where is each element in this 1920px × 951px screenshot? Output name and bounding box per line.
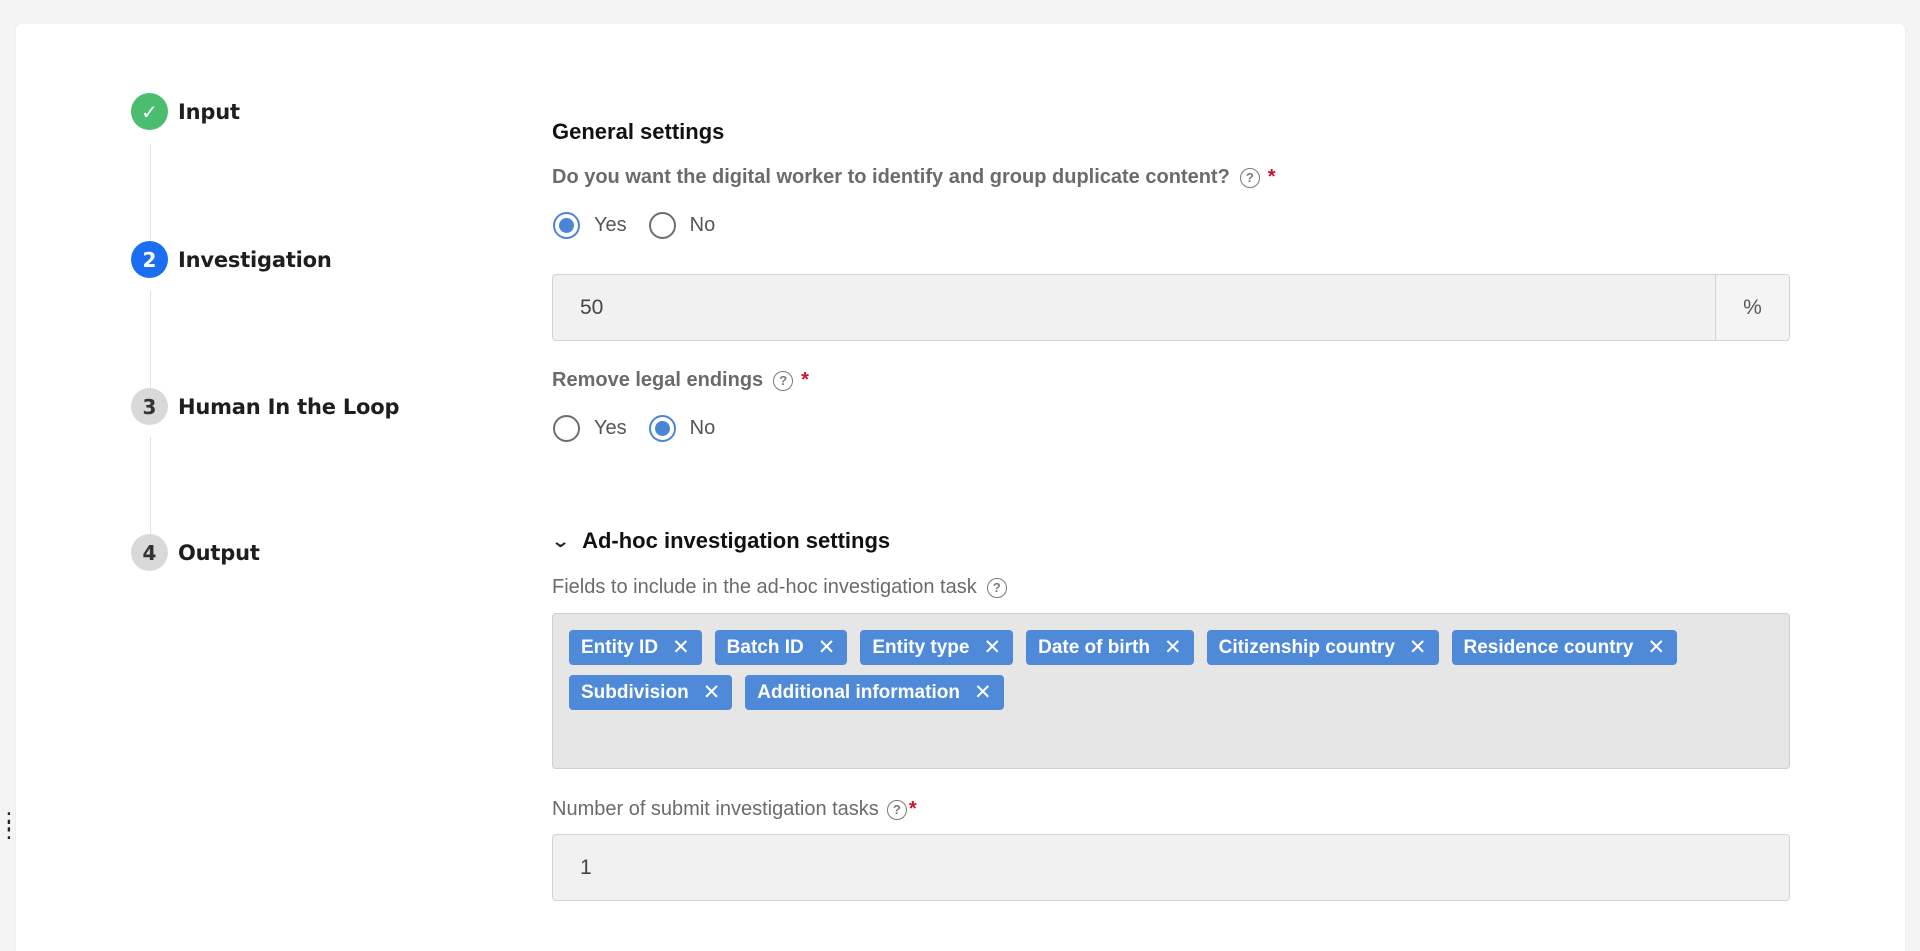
help-icon[interactable]: ?	[1239, 167, 1260, 188]
tag-entity-id: Entity ID ✕	[569, 630, 702, 665]
help-icon[interactable]: ?	[986, 577, 1007, 598]
chevron-down-icon[interactable]: ⌄	[551, 531, 571, 552]
stepper-connector	[150, 437, 151, 539]
tag-batch-id: Batch ID ✕	[714, 630, 848, 665]
radio-yes[interactable]	[553, 415, 580, 442]
remove-tag-icon[interactable]: ✕	[983, 635, 1001, 660]
tag-label: Subdivision	[581, 681, 689, 703]
legal-no-option[interactable]: No	[648, 415, 716, 442]
legal-endings-label: Remove legal endings ? *	[552, 369, 809, 392]
step-label: Output	[178, 540, 260, 565]
threshold-input-group: 50 %	[552, 274, 1790, 341]
legal-radio-group: Yes No	[553, 415, 737, 442]
step-label: Input	[178, 99, 240, 124]
radio-label: Yes	[594, 417, 627, 439]
step-investigation[interactable]: 2 Investigation	[131, 241, 332, 278]
tag-label: Citizenship country	[1218, 636, 1395, 658]
stepper-connector	[150, 291, 151, 392]
tag-row: Subdivision ✕ Additional information ✕	[569, 675, 1773, 710]
tag-entity-type: Entity type ✕	[860, 630, 1014, 665]
required-marker: *	[1267, 166, 1276, 188]
required-marker: *	[801, 369, 809, 391]
submit-tasks-value[interactable]: 1	[553, 856, 592, 880]
remove-tag-icon[interactable]: ✕	[703, 680, 721, 705]
tag-date-of-birth: Date of birth ✕	[1026, 630, 1194, 665]
tag-label: Residence country	[1463, 636, 1634, 658]
tag-subdivision: Subdivision ✕	[569, 675, 733, 710]
remove-tag-icon[interactable]: ✕	[1648, 635, 1666, 660]
threshold-input[interactable]: 50	[553, 296, 1715, 320]
step-human-in-the-loop[interactable]: 3 Human In the Loop	[131, 388, 400, 425]
step-number: 3	[131, 388, 168, 425]
tag-label: Entity ID	[581, 636, 659, 658]
tag-label: Entity type	[872, 636, 970, 658]
duplicate-yes-option[interactable]: Yes	[553, 212, 627, 239]
step-number: 4	[131, 534, 168, 571]
step-output[interactable]: 4 Output	[131, 534, 260, 571]
submit-tasks-input[interactable]: 1	[552, 834, 1790, 901]
remove-tag-icon[interactable]: ✕	[672, 635, 690, 660]
tag-additional-information: Additional information ✕	[745, 675, 1004, 710]
tag-citizenship-country: Citizenship country ✕	[1206, 630, 1439, 665]
tag-label: Date of birth	[1038, 636, 1150, 658]
fields-label: Fields to include in the ad-hoc investig…	[552, 576, 1007, 599]
remove-tag-icon[interactable]: ✕	[1164, 635, 1182, 660]
step-label: Investigation	[178, 247, 332, 272]
step-input[interactable]: ✓ Input	[131, 93, 240, 130]
tag-label: Batch ID	[726, 636, 804, 658]
duplicate-radio-group: Yes No	[553, 212, 737, 239]
tag-label: Additional information	[757, 681, 960, 703]
tag-row: Entity ID ✕ Batch ID ✕ Entity type ✕ Date o…	[569, 630, 1773, 665]
remove-tag-icon[interactable]: ✕	[1409, 635, 1427, 660]
legal-yes-option[interactable]: Yes	[553, 415, 627, 442]
radio-no-selected[interactable]	[648, 415, 676, 442]
submit-tasks-label: Number of submit investigation tasks ? *	[552, 798, 917, 821]
help-icon[interactable]: ?	[773, 370, 794, 391]
fields-label-text: Fields to include in the ad-hoc investig…	[552, 576, 977, 598]
remove-tag-icon[interactable]: ✕	[974, 680, 992, 705]
duplicate-question-text: Do you want the digital worker to identi…	[552, 166, 1230, 188]
wizard-card	[16, 24, 1905, 951]
drag-handle-icon[interactable]: ⋮ ⋮	[0, 811, 20, 842]
adhoc-settings-title: Ad-hoc investigation settings	[582, 528, 891, 553]
stepper-connector	[150, 144, 151, 248]
radio-label: Yes	[594, 214, 627, 236]
remove-tag-icon[interactable]: ✕	[818, 635, 836, 660]
general-settings-title: General settings	[552, 119, 725, 144]
radio-yes-selected[interactable]	[553, 212, 580, 239]
step-label: Human In the Loop	[178, 394, 400, 419]
required-marker: *	[908, 798, 917, 820]
radio-no[interactable]	[648, 212, 676, 239]
fields-multiselect[interactable]: Entity ID ✕ Batch ID ✕ Entity type ✕ Date o…	[552, 613, 1790, 769]
duplicate-question-label: Do you want the digital worker to identi…	[552, 166, 1276, 189]
legal-endings-text: Remove legal endings	[552, 369, 764, 391]
step-number: 2	[131, 241, 168, 278]
percent-suffix: %	[1715, 275, 1789, 340]
check-icon: ✓	[131, 93, 168, 130]
tag-residence-country: Residence country ✕	[1451, 630, 1678, 665]
submit-tasks-label-text: Number of submit investigation tasks	[552, 798, 879, 820]
duplicate-no-option[interactable]: No	[648, 212, 716, 239]
radio-label: No	[689, 214, 716, 236]
adhoc-settings-header[interactable]: ⌄ Ad-hoc investigation settings	[551, 528, 891, 554]
help-icon[interactable]: ?	[886, 799, 907, 820]
radio-label: No	[689, 417, 716, 439]
